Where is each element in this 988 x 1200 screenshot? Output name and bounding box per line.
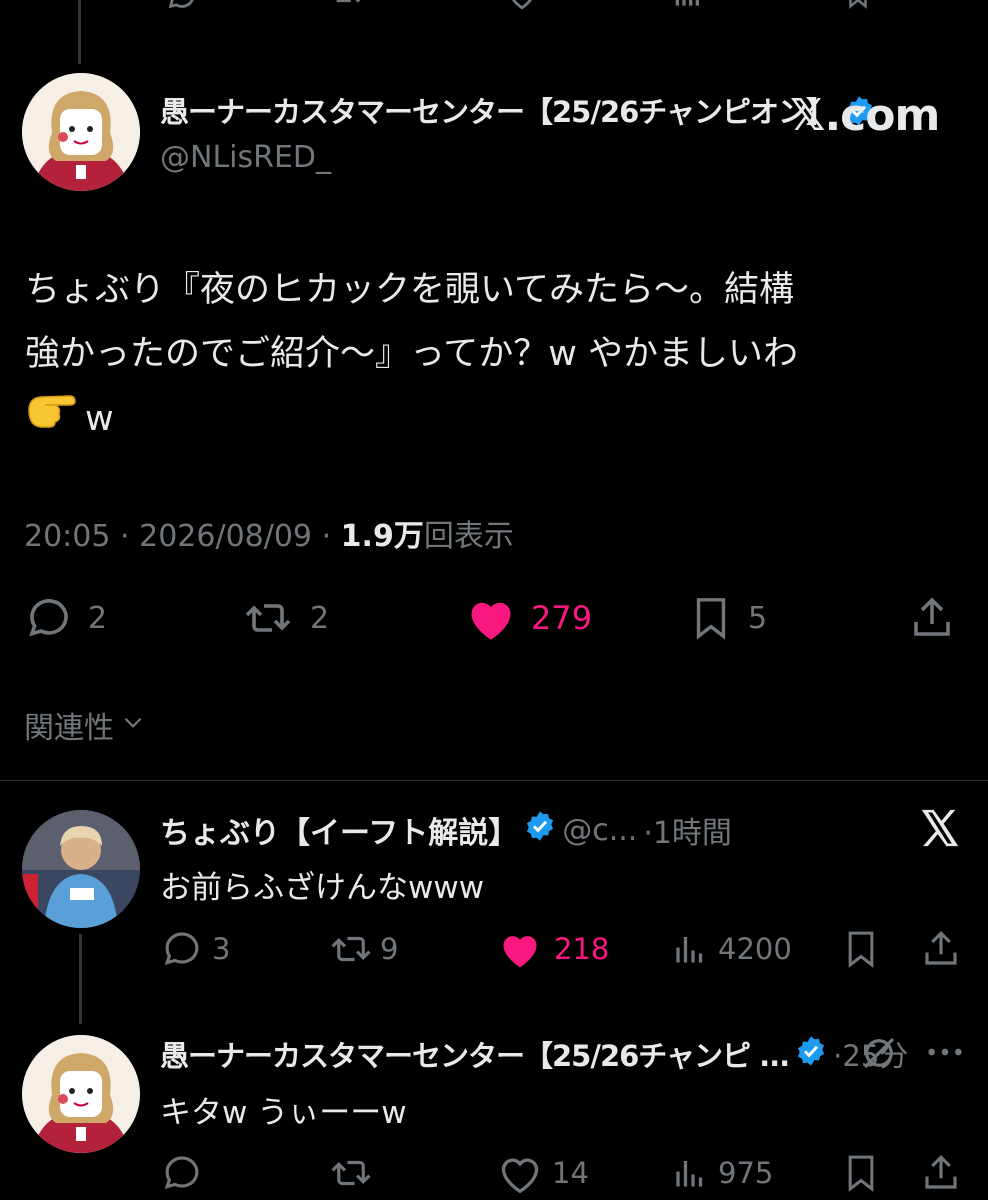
thread-line-top: [78, 0, 81, 64]
main-share-action[interactable]: [908, 594, 956, 642]
like-filled-icon: [465, 594, 517, 642]
main-reply-count: 2: [88, 600, 108, 636]
reply2-text: キタw うぃーーw: [160, 1095, 407, 1131]
more-options-icon[interactable]: [925, 1040, 965, 1068]
reply1-view-count: 4200: [718, 932, 792, 966]
reply1-reply-count: 3: [212, 932, 231, 966]
reply2-retweet-action[interactable]: [328, 1152, 374, 1194]
meta-separator-1: ·: [120, 519, 130, 554]
main-tweet-text-line1: ちょぶり『夜のヒカックを覗いてみたら〜。結構: [25, 270, 794, 310]
reply-icon: [160, 928, 204, 970]
main-views-unit: 万: [393, 519, 424, 554]
views-icon: [672, 1152, 708, 1194]
reply-icon: [160, 1152, 204, 1194]
reply1-handle[interactable]: @c...: [562, 813, 637, 848]
avatar-main[interactable]: [22, 73, 140, 191]
reply2-display-name[interactable]: 愚ーナーカスタマーセンター【25/26チャンピ ...: [160, 1033, 790, 1075]
main-tweet-text: ちょぶり『夜のヒカックを覗いてみたら〜。結構 強かったのでご紹介〜』ってか？w …: [25, 258, 975, 451]
reply1-retweet-action[interactable]: 9: [328, 928, 398, 970]
reply-icon[interactable]: [165, 0, 199, 16]
main-reply-action[interactable]: 2: [24, 594, 107, 642]
reply1-display-name[interactable]: ちょぶり【イーフト解説】: [160, 808, 518, 852]
x-logo-icon[interactable]: [918, 808, 962, 852]
main-bookmark-count: 5: [748, 600, 768, 636]
relevance-label: 関連性: [24, 711, 114, 746]
bookmark-icon[interactable]: [843, 0, 873, 16]
main-tweet-text-line3: w: [25, 386, 975, 451]
reply2-reply-action[interactable]: [160, 1152, 204, 1194]
retweet-icon: [328, 1152, 374, 1194]
reply1-time[interactable]: ·1時間: [643, 808, 732, 852]
reply-icon: [24, 594, 74, 642]
bookmark-icon: [841, 928, 881, 970]
retweet-icon[interactable]: [330, 0, 366, 16]
share-icon: [920, 1152, 962, 1194]
avatar-reply2[interactable]: [22, 1035, 140, 1153]
main-handle[interactable]: @NLisRED_: [160, 140, 331, 175]
reply2-like-count: 14: [552, 1156, 589, 1190]
reply1-like-action[interactable]: 218: [498, 928, 609, 970]
like-icon[interactable]: [505, 0, 539, 16]
bookmark-icon: [688, 594, 734, 642]
retweet-icon: [240, 594, 296, 642]
pointing-hand-emoji-icon: [25, 386, 79, 451]
verified-badge-icon: [795, 1035, 827, 1074]
grok-icon[interactable]: [858, 1032, 900, 1078]
reply1-reply-action[interactable]: 3: [160, 928, 230, 970]
divider: [0, 780, 988, 781]
reply1-bookmark-action[interactable]: [841, 928, 881, 970]
retweet-icon: [328, 928, 374, 970]
reply1-views-action[interactable]: 4200: [672, 928, 792, 970]
thread-line-reply: [79, 934, 82, 1024]
relevance-dropdown[interactable]: 関連性: [24, 703, 146, 747]
main-retweet-count: 2: [310, 600, 330, 636]
main-display-name-text: 愚ーナーカスタマーセンター【25/26チャンピオン】: [160, 95, 835, 129]
reply2-header: 愚ーナーカスタマーセンター【25/26チャンピ ... ·25分: [160, 1033, 908, 1075]
views-icon[interactable]: [672, 0, 704, 16]
verified-badge-icon: [524, 810, 556, 850]
main-time[interactable]: 20:05: [24, 519, 110, 554]
reply1-like-count: 218: [554, 932, 610, 966]
main-date[interactable]: 2026/08/09: [139, 519, 312, 554]
main-display-name[interactable]: 愚ーナーカスタマーセンター【25/26チャンピオン】: [160, 89, 875, 134]
main-tweet-text-line3-text: w: [85, 398, 114, 439]
views-icon: [672, 928, 708, 970]
main-like-count: 279: [531, 599, 593, 637]
reply1-text: お前らふざけんなwww: [160, 870, 485, 906]
main-tweet-text-line2: 強かったのでご紹介〜』ってか？w やかましいわ: [25, 334, 799, 374]
reply2-views-action[interactable]: 975: [672, 1152, 773, 1194]
meta-separator-2: ·: [321, 519, 332, 554]
main-retweet-action[interactable]: 2: [240, 594, 329, 642]
reply2-like-action[interactable]: 14: [498, 1152, 589, 1194]
main-like-action[interactable]: 279: [465, 594, 592, 642]
reply1-header: ちょぶり【イーフト解説】 @c... ·1時間: [160, 808, 732, 852]
reply2-bookmark-action[interactable]: [841, 1152, 881, 1194]
reply1-retweet-count: 9: [380, 932, 399, 966]
like-icon: [498, 1152, 542, 1194]
x-com-watermark: 𝕏.com: [790, 90, 940, 141]
main-views-label: 回表示: [423, 519, 514, 554]
share-icon: [920, 928, 962, 970]
reply1-share-action[interactable]: [920, 928, 962, 970]
top-partial-action-row: [0, 0, 988, 14]
chevron-down-icon: [120, 708, 146, 743]
like-filled-icon: [498, 928, 542, 970]
reply2-view-count: 975: [718, 1156, 774, 1190]
main-bookmark-action[interactable]: 5: [688, 594, 767, 642]
reply2-share-action[interactable]: [920, 1152, 962, 1194]
share-icon: [908, 594, 956, 642]
avatar-reply1[interactable]: [22, 810, 140, 928]
main-views-number: 1.9: [340, 519, 394, 554]
bookmark-icon: [841, 1152, 881, 1194]
main-meta-row: 20:05 · 2026/08/09 · 1.9万回表示: [24, 511, 514, 555]
